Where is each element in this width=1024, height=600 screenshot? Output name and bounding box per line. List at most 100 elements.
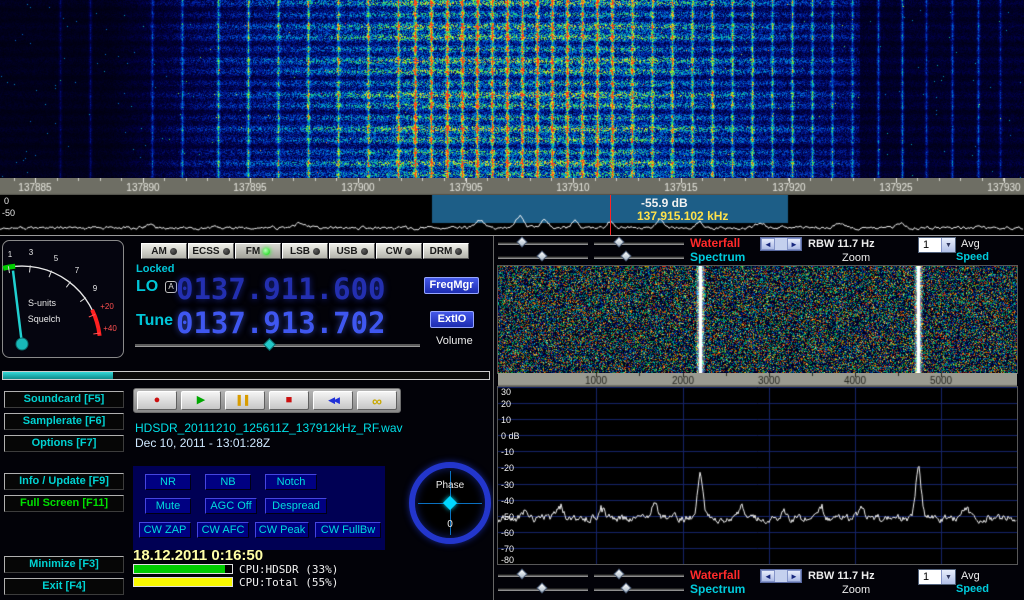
scroll-right-icon[interactable]: ► <box>787 570 801 582</box>
extio-button[interactable]: ExtIO <box>430 311 474 328</box>
mode-button-drm[interactable]: DRM <box>423 243 469 259</box>
slider-thumb[interactable] <box>516 568 527 579</box>
zoom-frequency-ruler[interactable] <box>498 373 1017 386</box>
volume-slider-thumb[interactable] <box>263 338 276 351</box>
main-spectrum-canvas[interactable] <box>0 195 1024 235</box>
mode-button-lsb[interactable]: LSB <box>282 243 328 259</box>
side-button-info-update[interactable]: Info / Update [F9] <box>4 473 124 490</box>
dsp-button-cw-peak[interactable]: CW Peak <box>255 522 309 538</box>
zoom-scrollbar[interactable]: ◄► <box>760 237 802 251</box>
dsp-button-cw-zap[interactable]: CW ZAP <box>139 522 191 538</box>
db-scale-label: -50 <box>2 208 15 218</box>
hdsdr-window: 0 -50 -55.9 dB 137.915.102 kHz 1 3 <box>0 0 1024 600</box>
dsp-button-agc-off[interactable]: AGC Off <box>205 498 257 514</box>
slider-thumb[interactable] <box>536 250 547 261</box>
pause-button[interactable]: ▌▌ <box>225 391 265 410</box>
side-button-samplerate[interactable]: Samplerate [F6] <box>4 413 124 430</box>
zoom-spectrum-display[interactable] <box>498 387 1017 564</box>
tune-label: Tune <box>136 312 173 330</box>
side-button-soundcard[interactable]: Soundcard [F5] <box>4 391 124 408</box>
mode-led-icon <box>361 248 368 255</box>
slider-thumb[interactable] <box>613 568 624 579</box>
dsp-button-nb[interactable]: NB <box>205 474 251 490</box>
slider-thumb[interactable] <box>620 582 631 593</box>
main-spectrum-display[interactable]: 0 -50 -55.9 dB 137.915.102 kHz <box>0 195 1024 235</box>
avg-select[interactable]: 1▼ <box>918 237 956 253</box>
freqmgr-button[interactable]: FreqMgr <box>424 277 479 294</box>
transport-bar: ●▶▌▌ ■ ◀◀∞ <box>133 388 401 413</box>
scroll-right-icon[interactable]: ► <box>787 238 801 250</box>
display-adjust-slider[interactable] <box>498 237 588 249</box>
display-adjust-slider[interactable] <box>498 583 588 595</box>
slider-track[interactable] <box>594 242 684 245</box>
lo-frequency-display[interactable]: 0137.911.600 <box>176 272 386 306</box>
tune-marker <box>610 195 611 235</box>
loop-button[interactable]: ∞ <box>357 391 397 410</box>
cursor-frequency-readout: 137.915.102 kHz <box>637 209 728 223</box>
chevron-down-icon[interactable]: ▼ <box>941 238 955 252</box>
side-button-options[interactable]: Options [F7] <box>4 435 124 452</box>
frequency-ruler[interactable] <box>0 178 1024 195</box>
tune-frequency-display[interactable]: 0137.913.702 <box>176 306 386 340</box>
side-button-exit[interactable]: Exit [F4] <box>4 578 124 595</box>
scroll-left-icon[interactable]: ◄ <box>761 570 775 582</box>
play-button[interactable]: ▶ <box>181 391 221 410</box>
slider-track[interactable] <box>498 574 588 577</box>
display-adjust-slider[interactable] <box>498 569 588 581</box>
locked-label: Locked <box>136 263 175 275</box>
cpu-meter <box>133 564 233 574</box>
avg-select[interactable]: 1▼ <box>918 569 956 585</box>
stop-icon: ■ <box>286 395 293 406</box>
display-adjust-slider[interactable] <box>594 569 684 581</box>
slider-thumb[interactable] <box>516 236 527 247</box>
spectrum-label[interactable]: Spectrum <box>690 582 745 596</box>
scroll-left-icon[interactable]: ◄ <box>761 238 775 250</box>
side-button-minimize[interactable]: Minimize [F3] <box>4 556 124 573</box>
dsp-button-mute[interactable]: Mute <box>145 498 191 514</box>
waterfall-label[interactable]: Waterfall <box>690 236 740 250</box>
display-adjust-slider[interactable] <box>594 237 684 249</box>
slider-thumb[interactable] <box>536 582 547 593</box>
mode-button-usb[interactable]: USB <box>329 243 375 259</box>
avg-select-value: 1 <box>919 570 941 584</box>
record-button[interactable]: ● <box>137 391 177 410</box>
volume-label: Volume <box>436 335 473 347</box>
slider-track[interactable] <box>498 242 588 245</box>
slider-track[interactable] <box>594 588 684 591</box>
cursor-db-readout: -55.9 dB <box>641 196 688 210</box>
recording-datetime: Dec 10, 2011 - 13:01:28Z <box>135 436 270 450</box>
rewind-button[interactable]: ◀◀ <box>313 391 353 410</box>
side-button-full-screen[interactable]: Full Screen [F11] <box>4 495 124 512</box>
volume-slider[interactable] <box>135 339 420 351</box>
scroll-track[interactable] <box>775 570 787 582</box>
scroll-track[interactable] <box>775 238 787 250</box>
speed-label: Speed <box>956 251 989 263</box>
zoom-scrollbar[interactable]: ◄► <box>760 569 802 583</box>
mode-label: LSB <box>290 246 310 257</box>
mode-button-ecss[interactable]: ECSS <box>188 243 234 259</box>
display-adjust-slider[interactable] <box>498 251 588 263</box>
dsp-button-nr[interactable]: NR <box>145 474 191 490</box>
dsp-button-despread[interactable]: Despread <box>265 498 327 514</box>
display-adjust-slider[interactable] <box>594 251 684 263</box>
slider-track[interactable] <box>594 574 684 577</box>
stop-button[interactable]: ■ <box>269 391 309 410</box>
mode-button-am[interactable]: AM <box>141 243 187 259</box>
mode-button-cw[interactable]: CW <box>376 243 422 259</box>
display-adjust-slider[interactable] <box>594 583 684 595</box>
slider-thumb[interactable] <box>620 250 631 261</box>
dsp-button-cw-fullbw[interactable]: CW FullBw <box>315 522 381 538</box>
mode-button-row: AMECSSFM LSB USB CWDRM <box>141 243 469 259</box>
slider-track[interactable] <box>594 256 684 259</box>
chevron-down-icon[interactable]: ▼ <box>941 570 955 584</box>
avg-label: Avg <box>961 238 980 250</box>
spectrum-label[interactable]: Spectrum <box>690 250 745 264</box>
mode-button-fm[interactable]: FM <box>235 243 281 259</box>
dsp-button-cw-afc[interactable]: CW AFC <box>197 522 249 538</box>
main-waterfall-display[interactable] <box>0 0 1024 178</box>
slider-thumb[interactable] <box>613 236 624 247</box>
dsp-button-notch[interactable]: Notch <box>265 474 317 490</box>
zoom-waterfall-display[interactable] <box>498 266 1017 373</box>
mode-label: USB <box>336 246 357 257</box>
waterfall-label[interactable]: Waterfall <box>690 568 740 582</box>
